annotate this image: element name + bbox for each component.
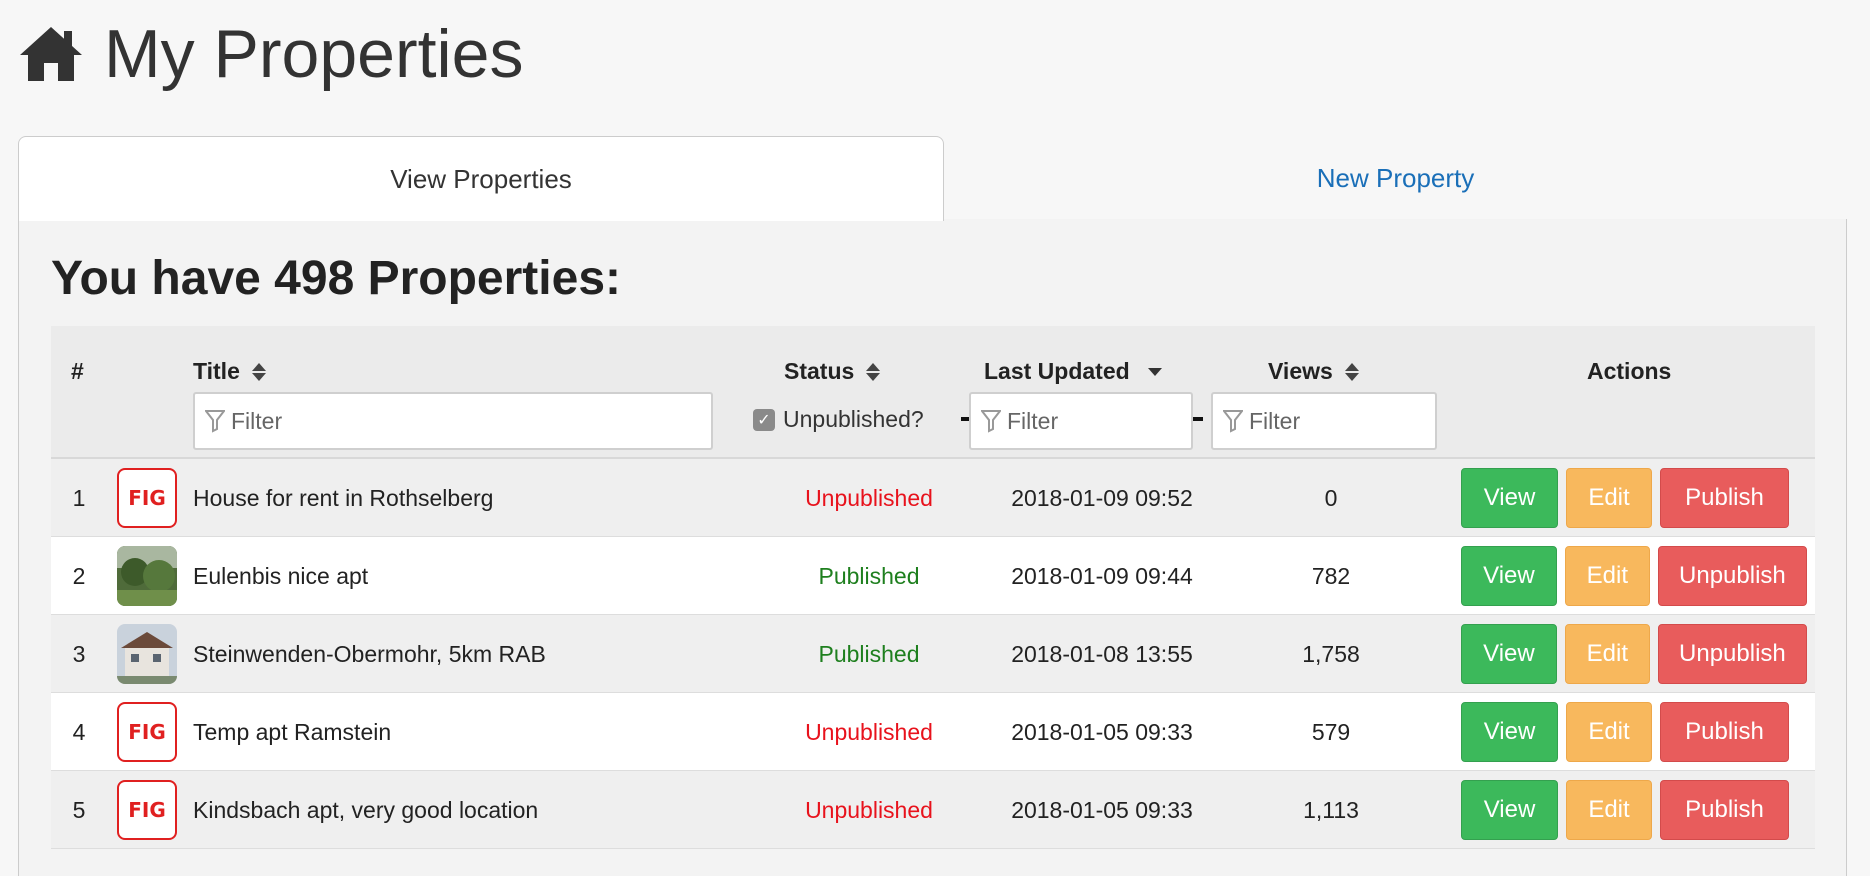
row-number: 5	[72, 796, 86, 823]
sort-desc-icon	[1147, 367, 1162, 376]
publish-button[interactable]: Publish	[1660, 780, 1789, 840]
view-button[interactable]: View	[1461, 468, 1558, 528]
title-filter-input[interactable]: Filter	[193, 392, 713, 450]
property-title: Temp apt Ramstein	[193, 718, 392, 745]
last-updated: 2018-01-05 09:33	[1011, 796, 1193, 823]
row-number: 1	[72, 484, 86, 511]
edit-button[interactable]: Edit	[1564, 546, 1650, 606]
updated-filter-input[interactable]: Filter	[969, 392, 1193, 450]
row-actions: View Edit Unpublish	[1461, 615, 1815, 693]
agency-logo-thumbnail[interactable]: FIG	[117, 780, 177, 840]
filter-icon	[1223, 410, 1243, 433]
view-button[interactable]: View	[1461, 702, 1558, 762]
status-badge: Published	[818, 640, 920, 667]
row-actions: View Edit Publish	[1461, 771, 1815, 849]
property-photo-thumbnail[interactable]	[117, 624, 177, 684]
edit-button[interactable]: Edit	[1566, 702, 1652, 762]
table-body: 1 FIG House for rent in Rothselberg Unpubli…	[51, 459, 1815, 849]
filter-icon	[205, 410, 225, 433]
status-badge: Unpublished	[805, 796, 933, 823]
last-updated: 2018-01-09 09:44	[1011, 562, 1193, 589]
views-filter-placeholder: Filter	[1249, 407, 1301, 434]
page-title: My Properties	[104, 16, 524, 92]
column-status[interactable]: Status	[784, 358, 881, 385]
column-views[interactable]: Views	[1268, 358, 1359, 385]
home-icon	[20, 27, 82, 81]
edit-button[interactable]: Edit	[1564, 624, 1650, 684]
row-number: 4	[72, 718, 86, 745]
publish-button[interactable]: Publish	[1660, 468, 1789, 528]
table-row: 1 FIG House for rent in Rothselberg Unpubli…	[51, 459, 1815, 537]
column-num-label: #	[71, 358, 84, 384]
table-row: 4 FIG Temp apt Ramstein Unpublished 2018-01-…	[51, 693, 1815, 771]
page-header: My Properties	[18, 14, 523, 94]
view-count: 782	[1311, 562, 1351, 589]
unpublish-button[interactable]: Unpublish	[1657, 546, 1807, 606]
row-number: 2	[72, 562, 86, 589]
column-title-label: Title	[193, 358, 240, 384]
tab-new-property[interactable]: New Property	[944, 136, 1847, 220]
checkbox-checked-icon[interactable]: ✓	[753, 408, 775, 431]
unpublished-checkbox[interactable]: ✓ Unpublished?	[753, 406, 924, 433]
column-title[interactable]: Title	[193, 358, 266, 385]
column-actions-label: Actions	[1587, 358, 1672, 384]
property-photo-thumbnail[interactable]	[117, 546, 177, 606]
thumbnail-cell	[117, 615, 177, 693]
view-count: 1,758	[1302, 640, 1360, 667]
view-button[interactable]: View	[1461, 624, 1557, 684]
view-button[interactable]: View	[1461, 546, 1557, 606]
table-row: 3 Steinwenden-Obermohr, 5km RAB Published 2…	[51, 615, 1815, 693]
view-count: 0	[1324, 484, 1338, 511]
sort-icon	[1344, 362, 1359, 382]
title-filter-placeholder: Filter	[231, 407, 283, 434]
thumbnail-cell: FIG	[117, 771, 177, 849]
properties-panel: You have 498 Properties: # Title Status …	[18, 219, 1847, 876]
edit-button[interactable]: Edit	[1566, 468, 1652, 528]
tab-bar: View Properties New Property	[18, 136, 1847, 221]
column-last-updated[interactable]: Last Updated	[984, 358, 1162, 385]
filter-icon	[981, 410, 1001, 433]
column-actions: Actions	[1587, 358, 1671, 385]
publish-button[interactable]: Publish	[1660, 702, 1789, 762]
properties-count-title: You have 498 Properties:	[51, 252, 621, 305]
view-count: 579	[1311, 718, 1351, 745]
agency-logo-thumbnail[interactable]: FIG	[117, 702, 177, 762]
thumbnail-cell: FIG	[117, 693, 177, 771]
status-badge: Published	[818, 562, 920, 589]
property-title: Kindsbach apt, very good location	[193, 796, 539, 823]
sort-icon	[251, 362, 266, 382]
column-updated-label: Last Updated	[984, 358, 1130, 384]
table-row: 5 FIG Kindsbach apt, very good location Unp…	[51, 771, 1815, 849]
last-updated: 2018-01-09 09:52	[1011, 484, 1193, 511]
unpublished-checkbox-label: Unpublished?	[783, 406, 924, 432]
row-actions: View Edit Publish	[1461, 693, 1815, 771]
view-count: 1,113	[1303, 796, 1359, 823]
property-title: Eulenbis nice apt	[193, 562, 369, 589]
thumbnail-cell	[117, 537, 177, 615]
table-header: # Title Status Last Updated Views Action…	[51, 326, 1815, 459]
unpublish-button[interactable]: Unpublish	[1657, 624, 1807, 684]
updated-filter-placeholder: Filter	[1007, 407, 1059, 434]
status-badge: Unpublished	[805, 484, 933, 511]
agency-logo-thumbnail[interactable]: FIG	[117, 468, 177, 528]
row-number: 3	[72, 640, 86, 667]
last-updated: 2018-01-05 09:33	[1011, 718, 1193, 745]
status-badge: Unpublished	[805, 718, 933, 745]
row-actions: View Edit Unpublish	[1461, 537, 1815, 615]
properties-table: # Title Status Last Updated Views Action…	[51, 326, 1815, 849]
row-actions: View Edit Publish	[1461, 459, 1815, 537]
edit-button[interactable]: Edit	[1566, 780, 1652, 840]
last-updated: 2018-01-08 13:55	[1011, 640, 1193, 667]
view-button[interactable]: View	[1461, 780, 1558, 840]
sort-icon	[866, 362, 881, 382]
views-filter-input[interactable]: Filter	[1211, 392, 1437, 450]
table-row: 2 Eulenbis nice apt Published 2018-01-09 09…	[51, 537, 1815, 615]
column-views-label: Views	[1268, 358, 1333, 384]
column-num: #	[71, 358, 84, 385]
tab-view-properties[interactable]: View Properties	[18, 136, 944, 221]
property-title: Steinwenden-Obermohr, 5km RAB	[193, 640, 546, 667]
thumbnail-cell: FIG	[117, 459, 177, 537]
property-title: House for rent in Rothselberg	[193, 484, 494, 511]
column-status-label: Status	[784, 358, 855, 384]
